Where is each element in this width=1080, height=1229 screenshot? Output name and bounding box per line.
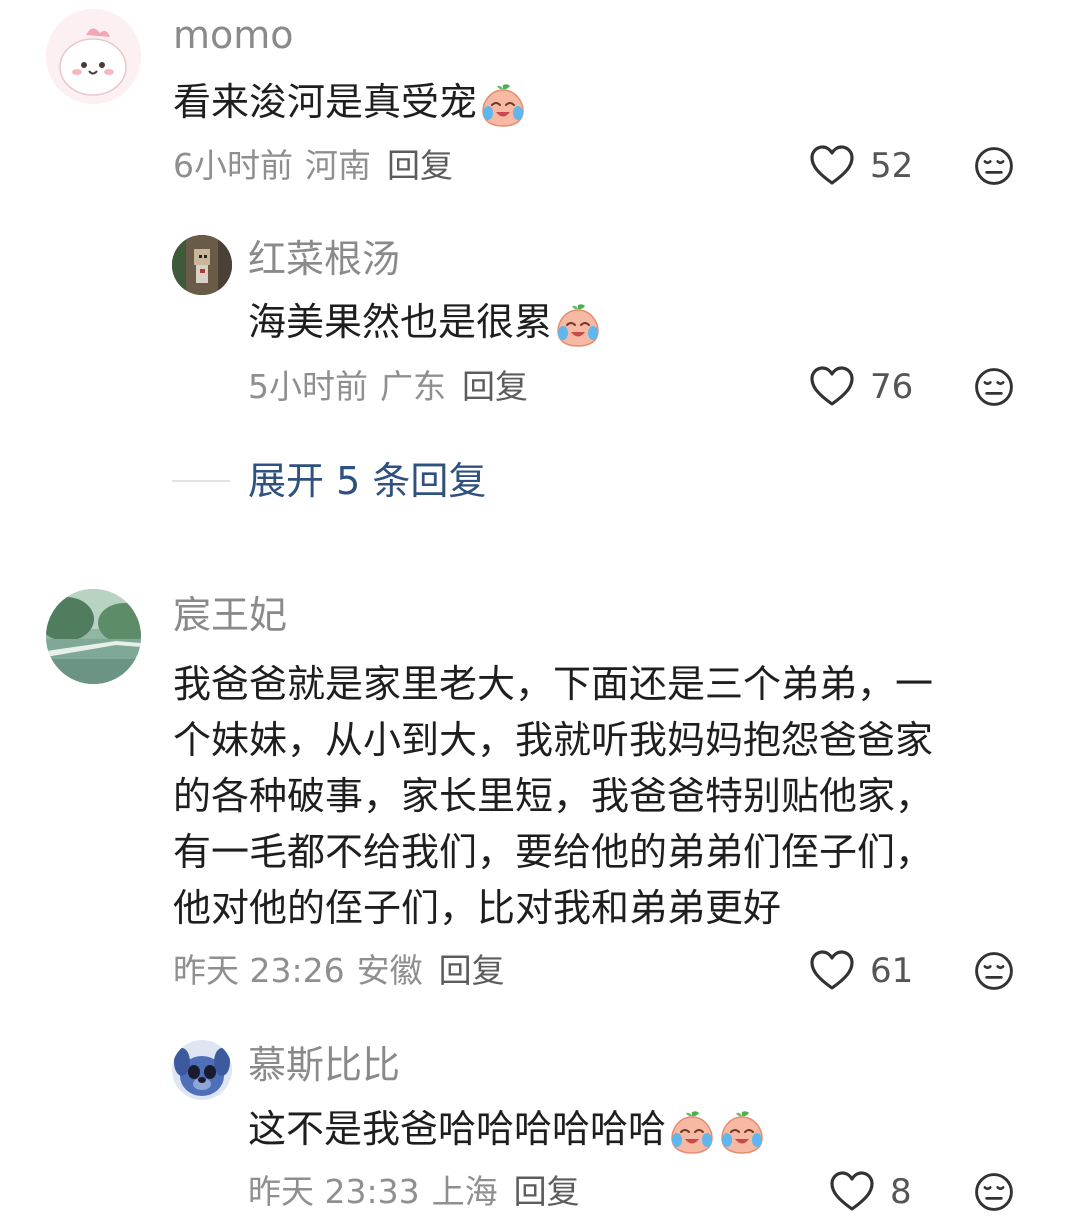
like-button[interactable]: 52 <box>808 142 913 190</box>
like-count: 52 <box>870 146 914 186</box>
comment-time: 昨天 23:26 <box>173 951 345 990</box>
crying-laughing-emoji <box>554 301 602 349</box>
expand-divider <box>172 480 230 482</box>
like-button[interactable]: 8 <box>828 1168 912 1216</box>
dislike-icon[interactable] <box>972 365 1016 409</box>
expand-replies-button[interactable]: 展开 5 条回复 <box>248 462 486 500</box>
reply-text: 海美果然也是很累 <box>248 294 602 350</box>
reply-button[interactable]: 回复 <box>439 951 505 990</box>
heart-icon <box>808 363 856 411</box>
avatar[interactable] <box>46 589 141 684</box>
reply-location: 广东 <box>380 367 446 406</box>
reply-button[interactable]: 回复 <box>514 1172 580 1211</box>
reply-meta: 5小时前 广东 回复 <box>248 370 528 403</box>
heart-icon <box>808 947 856 995</box>
avatar[interactable] <box>172 235 232 295</box>
reply-text: 这不是我爸哈哈哈哈哈哈 <box>248 1101 766 1157</box>
comment-username[interactable]: momo <box>173 16 294 54</box>
heart-icon <box>828 1168 876 1216</box>
like-count: 61 <box>870 951 914 991</box>
like-button[interactable]: 61 <box>808 947 913 995</box>
reply-button[interactable]: 回复 <box>387 146 453 185</box>
heart-icon <box>808 142 856 190</box>
avatar[interactable] <box>46 9 141 104</box>
comment-meta: 6小时前 河南 回复 <box>173 149 453 182</box>
reply-time: 昨天 23:33 <box>248 1172 420 1211</box>
crying-laughing-emoji <box>718 1108 766 1156</box>
crying-emoji <box>668 1108 716 1156</box>
dislike-icon[interactable] <box>972 949 1016 993</box>
reply-username[interactable]: 慕斯比比 <box>248 1046 400 1084</box>
comment-location: 安徽 <box>356 951 423 990</box>
comment-text: 我爸爸就是家里老大，下面还是三个弟弟，一 个妹妹，从小到大，我就听我妈妈抱怨爸爸… <box>173 662 934 930</box>
like-count: 76 <box>870 367 914 407</box>
comment-username[interactable]: 宸王妃 <box>173 596 287 634</box>
crying-laughing-emoji <box>479 81 527 129</box>
reply-username[interactable]: 红菜根汤 <box>248 240 400 278</box>
dislike-icon[interactable] <box>972 144 1016 188</box>
comment-meta: 昨天 23:26 安徽 回复 <box>173 954 505 987</box>
comment-text: 看来浚河是真受宠 <box>173 74 527 130</box>
comment-location: 河南 <box>305 146 371 185</box>
reply-button[interactable]: 回复 <box>462 367 528 406</box>
like-count: 8 <box>890 1172 912 1212</box>
avatar[interactable] <box>172 1040 232 1100</box>
reply-time: 5小时前 <box>248 367 368 406</box>
dislike-icon[interactable] <box>972 1170 1016 1214</box>
like-button[interactable]: 76 <box>808 363 913 411</box>
comment-time: 6小时前 <box>173 146 293 185</box>
reply-location: 上海 <box>431 1172 498 1211</box>
reply-meta: 昨天 23:33 上海 回复 <box>248 1175 580 1208</box>
